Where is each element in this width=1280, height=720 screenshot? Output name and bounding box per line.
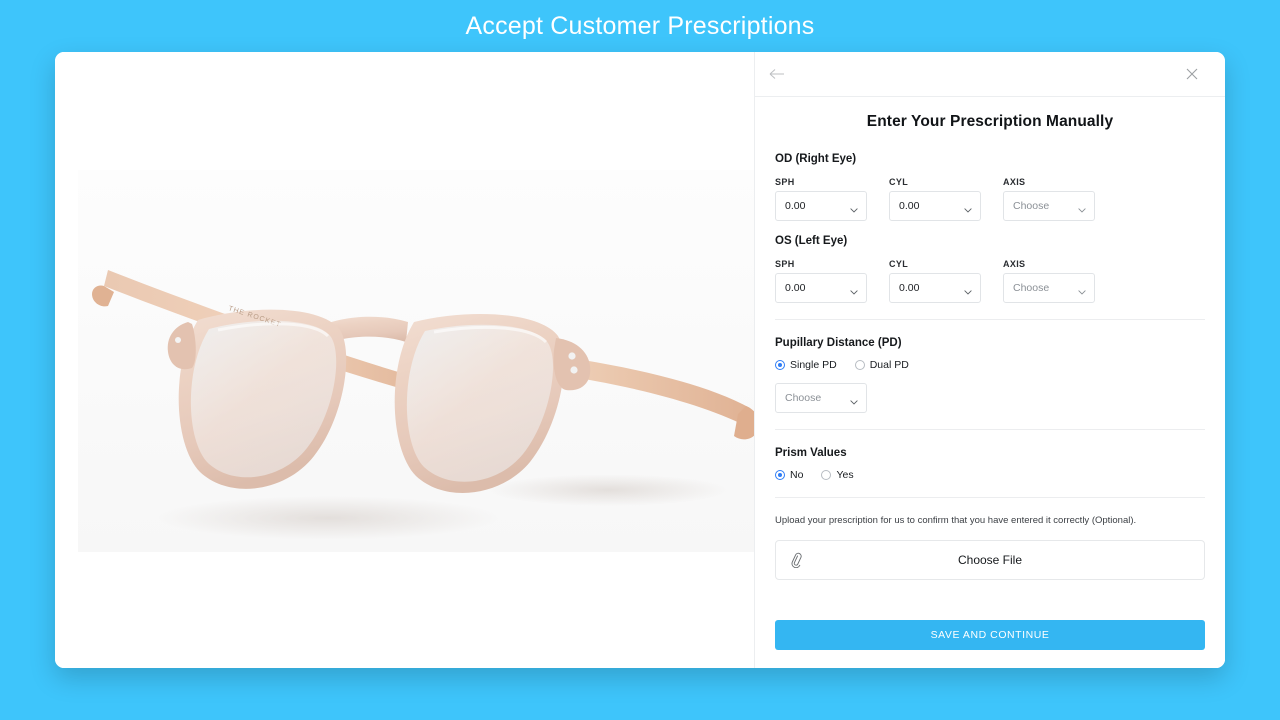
od-axis-label: AXIS	[1003, 177, 1026, 187]
product-image-pane: THE ROCKET	[55, 52, 754, 668]
radio-icon[interactable]	[775, 360, 785, 370]
od-axis-select[interactable]: Choose	[1003, 191, 1095, 221]
pd-select[interactable]: Choose	[775, 383, 867, 413]
divider	[775, 319, 1205, 320]
prescription-form-pane: Enter Your Prescription Manually OD (Rig…	[754, 52, 1225, 668]
prism-radio-group: No Yes	[775, 469, 1205, 481]
chevron-down-icon	[1078, 286, 1086, 295]
os-cyl-label: CYL	[889, 259, 909, 269]
chevron-down-icon	[850, 286, 858, 295]
chevron-down-icon	[1078, 204, 1086, 213]
prism-option-no-label: No	[790, 469, 804, 481]
os-field-row: SPH 0.00 CYL 0.00 AXIS Choose	[775, 259, 1205, 303]
od-cyl-select[interactable]: 0.00	[889, 191, 981, 221]
prism-section: Prism Values No Yes	[775, 447, 1205, 481]
pd-option-single-label: Single PD	[790, 359, 837, 371]
os-section: OS (Left Eye) SPH 0.00 CYL 0.00 AXIS Cho…	[775, 235, 1205, 303]
os-axis-select[interactable]: Choose	[1003, 273, 1095, 303]
pd-value-field: Choose	[775, 383, 867, 413]
page-title: Accept Customer Prescriptions	[465, 11, 815, 40]
form-footer: SAVE AND CONTINUE	[755, 608, 1225, 668]
upload-note: Upload your prescription for us to confi…	[775, 515, 1137, 526]
pd-select-value: Choose	[785, 392, 822, 404]
od-axis-value: Choose	[1013, 200, 1050, 212]
radio-icon[interactable]	[854, 360, 865, 370]
pd-section-title: Pupillary Distance (PD)	[775, 337, 902, 349]
pd-radio-group: Single PD Dual PD	[775, 359, 1205, 371]
os-axis-field: AXIS Choose	[1003, 259, 1095, 303]
od-cyl-label: CYL	[889, 177, 909, 187]
radio-icon[interactable]	[775, 470, 785, 480]
od-sph-field: SPH 0.00	[775, 177, 867, 221]
od-sph-select[interactable]: 0.00	[775, 191, 867, 221]
radio-icon[interactable]	[821, 470, 832, 480]
upload-section: Upload your prescription for us to confi…	[775, 515, 1205, 580]
od-section: OD (Right Eye) SPH 0.00 CYL 0.00 AXIS Ch…	[775, 153, 1205, 221]
form-topbar	[755, 52, 1225, 97]
product-image-frame: THE ROCKET	[78, 170, 754, 552]
eyeglasses-image: THE ROCKET	[78, 170, 754, 552]
os-sph-label: SPH	[775, 259, 795, 269]
os-cyl-select[interactable]: 0.00	[889, 273, 981, 303]
chevron-down-icon	[964, 286, 972, 295]
choose-file-label: Choose File	[957, 552, 1023, 567]
app-card: THE ROCKET Enter Your Prescription Manua	[55, 52, 1225, 668]
od-field-row: SPH 0.00 CYL 0.00 AXIS Choose	[775, 177, 1205, 221]
prism-option-no[interactable]: No	[775, 469, 803, 481]
pd-option-dual-label: Dual PD	[869, 359, 909, 371]
chevron-down-icon	[964, 204, 972, 213]
os-sph-value: 0.00	[785, 282, 806, 294]
os-section-title: OS (Left Eye)	[775, 235, 848, 247]
divider	[775, 497, 1205, 498]
os-sph-select[interactable]: 0.00	[775, 273, 867, 303]
od-cyl-value: 0.00	[899, 200, 920, 212]
form-heading: Enter Your Prescription Manually	[866, 113, 1114, 130]
prism-option-yes[interactable]: Yes	[821, 469, 854, 481]
chevron-down-icon	[850, 204, 858, 213]
pd-section: Pupillary Distance (PD) Single PD Dual P…	[775, 337, 1205, 413]
close-icon[interactable]	[1185, 67, 1199, 81]
arrow-left-icon[interactable]	[769, 67, 785, 81]
paperclip-icon	[788, 552, 804, 568]
form-body: Enter Your Prescription Manually OD (Rig…	[755, 97, 1225, 608]
choose-file-button[interactable]: Choose File	[775, 539, 1205, 580]
os-cyl-value: 0.00	[899, 282, 920, 294]
prism-section-title: Prism Values	[775, 447, 847, 459]
od-sph-label: SPH	[775, 177, 795, 187]
os-cyl-field: CYL 0.00	[889, 259, 981, 303]
pd-option-single[interactable]: Single PD	[775, 359, 837, 371]
chevron-down-icon	[850, 396, 858, 405]
divider	[775, 429, 1205, 430]
od-cyl-field: CYL 0.00	[889, 177, 981, 221]
od-axis-field: AXIS Choose	[1003, 177, 1095, 221]
pd-option-dual[interactable]: Dual PD	[854, 359, 909, 371]
od-section-title: OD (Right Eye)	[775, 153, 857, 165]
os-axis-value: Choose	[1013, 282, 1050, 294]
os-sph-field: SPH 0.00	[775, 259, 867, 303]
os-axis-label: AXIS	[1003, 259, 1026, 269]
save-and-continue-button[interactable]: SAVE AND CONTINUE	[775, 620, 1205, 650]
od-sph-value: 0.00	[785, 200, 806, 212]
prism-option-yes-label: Yes	[836, 469, 854, 481]
